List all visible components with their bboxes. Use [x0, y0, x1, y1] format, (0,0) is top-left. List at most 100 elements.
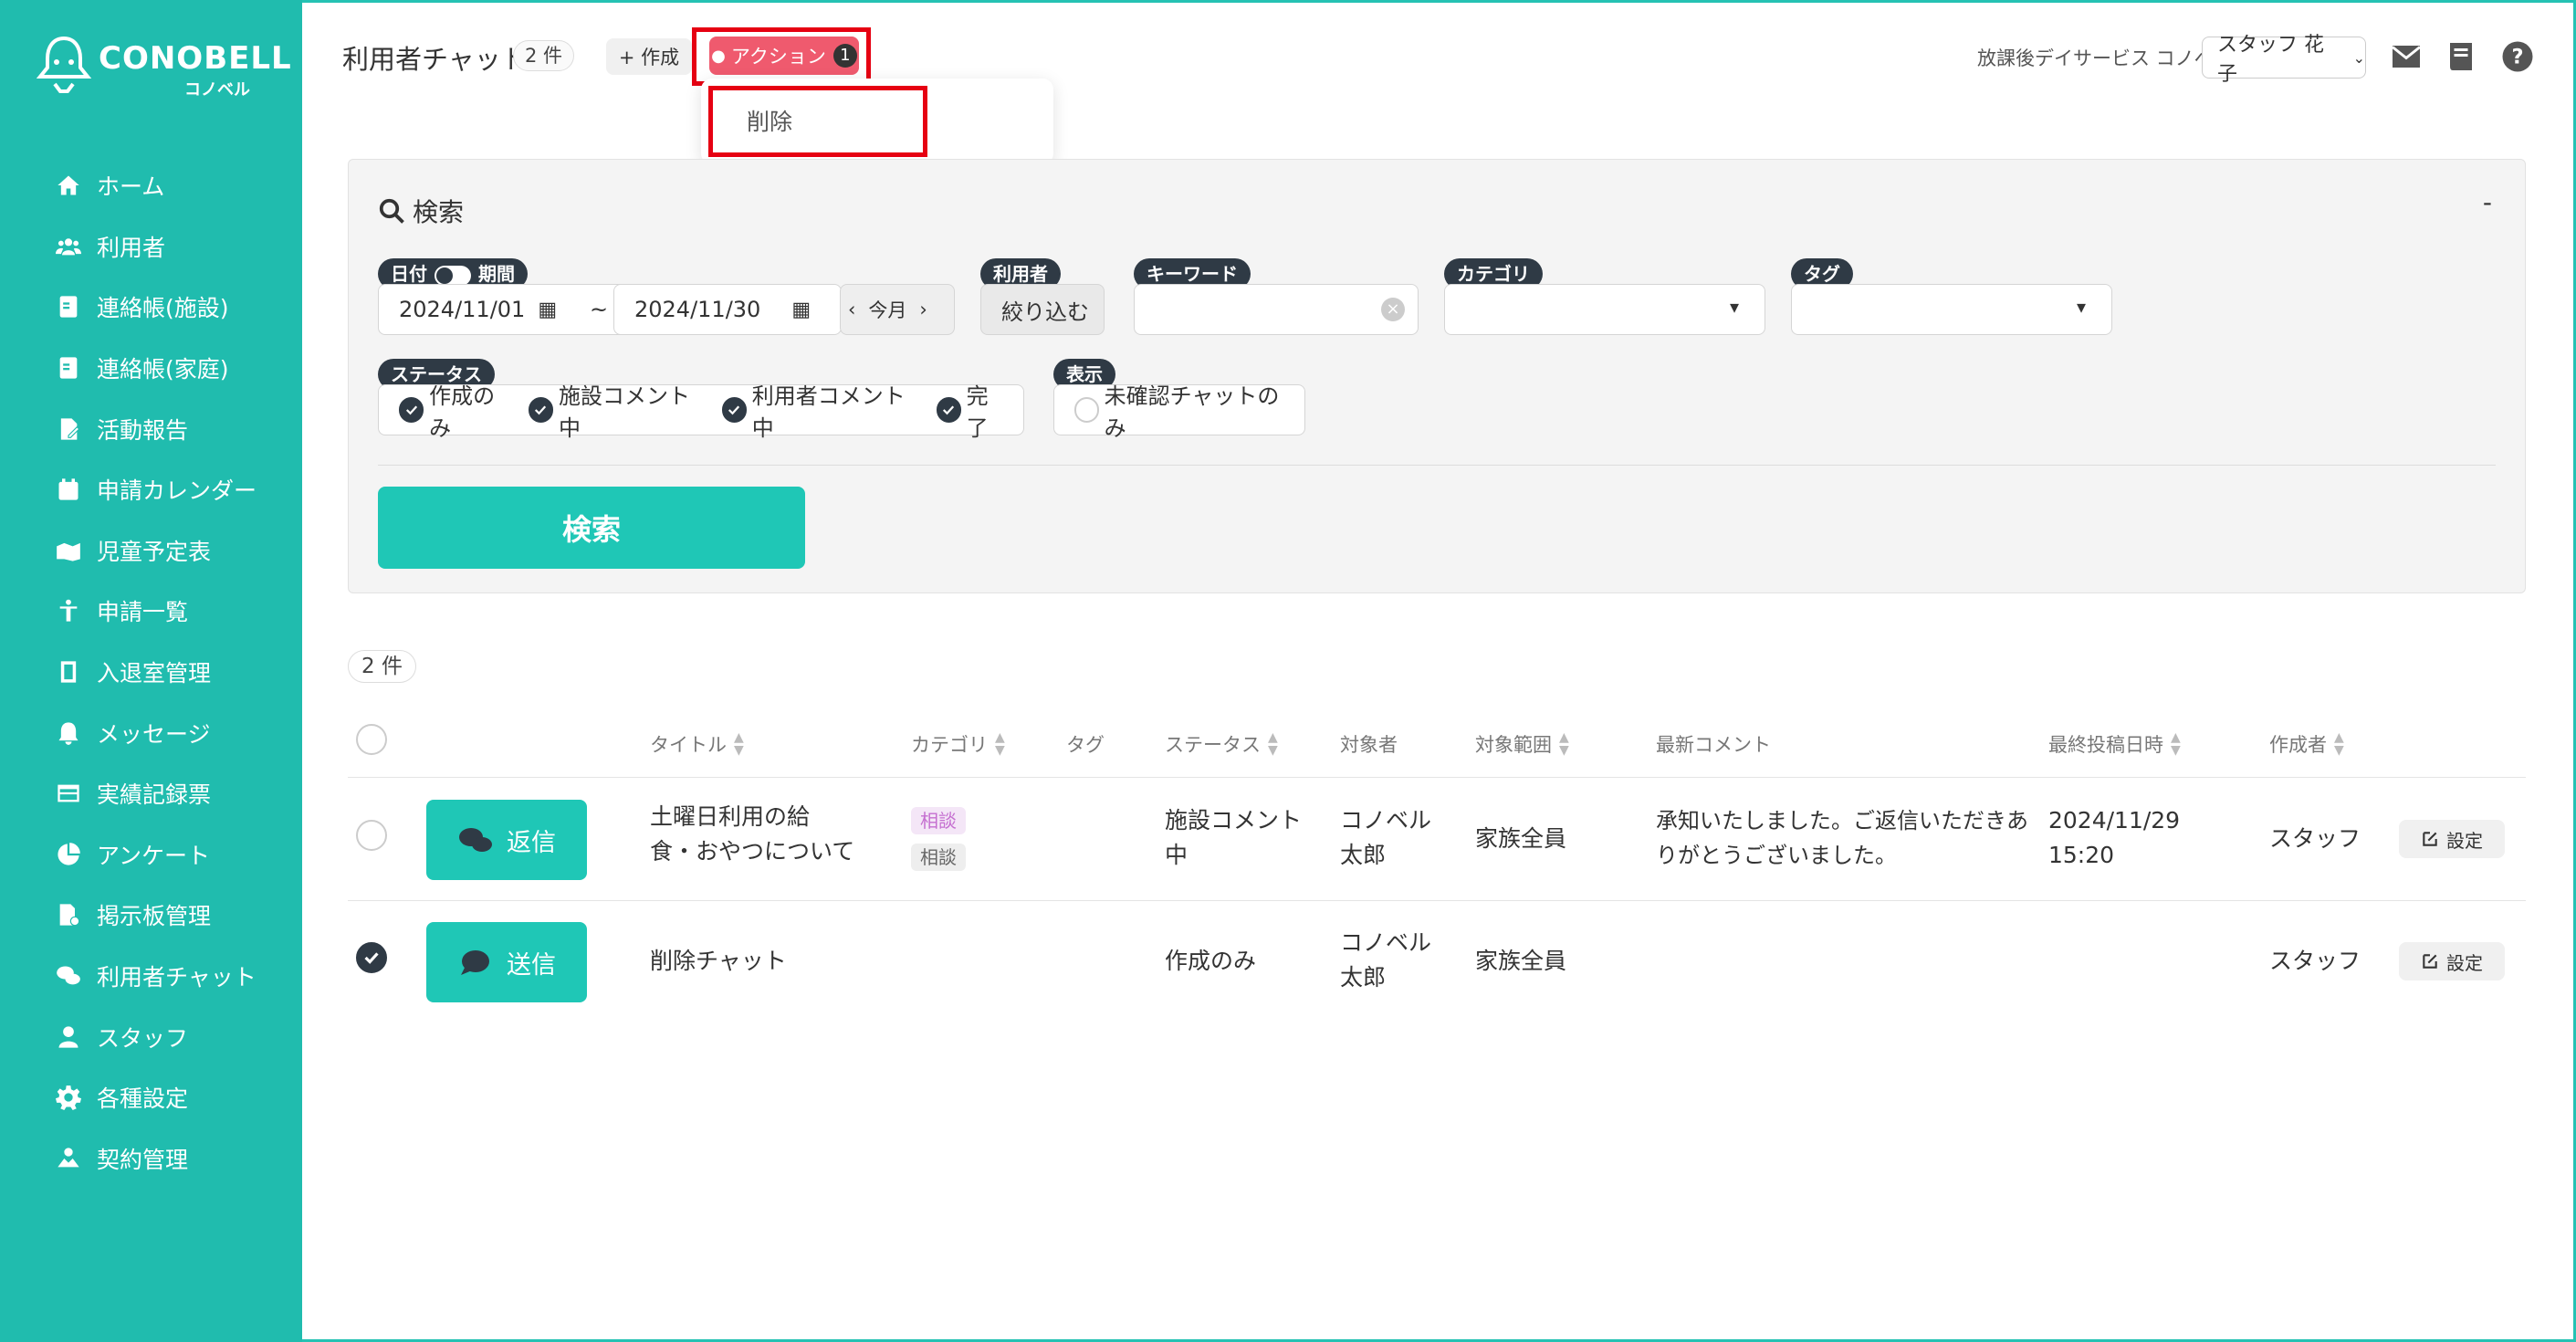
col-header-category[interactable]: カテゴリ ▲ ▼ [911, 730, 1005, 758]
brand-name: CONOBELL [99, 40, 292, 77]
unchecked-icon [1074, 397, 1099, 423]
sidebar-item-contact-home[interactable]: 連絡帳(家庭) [0, 338, 302, 399]
col-header-title[interactable]: タイトル ▲ ▼ [650, 730, 744, 758]
help-icon[interactable]: ? [2501, 40, 2534, 73]
sidebar-item-home[interactable]: ホーム [0, 155, 302, 216]
date-line: 2024/11/29 [2048, 807, 2181, 834]
sidebar-item-users[interactable]: 利用者 [0, 216, 302, 278]
sidebar-item-label: スタッフ [97, 1024, 189, 1052]
row-last-post: 2024/11/29 15:20 [2048, 803, 2180, 873]
reply-button[interactable]: 返信 [426, 800, 587, 880]
calendar-icon: ▦ [791, 298, 812, 321]
status-complete-checkbox[interactable]: 完了 [936, 378, 1009, 442]
facility-name: 放課後デイサービス コノベル [1977, 47, 2233, 69]
sidebar-item-settings[interactable]: 各種設定 [0, 1067, 302, 1128]
title-line: 食・おやつについて [650, 838, 855, 865]
sidebar-item-record[interactable]: 実績記録票 [0, 763, 302, 824]
col-header-scope[interactable]: 対象範囲 ▲ ▼ [1475, 730, 1569, 758]
search-title-text: 検索 [413, 197, 465, 227]
sidebar-item-activity-report[interactable]: 活動報告 [0, 398, 302, 459]
chat-icon [459, 828, 492, 852]
row-checkbox[interactable] [356, 820, 387, 851]
status-user-comment-checkbox[interactable]: 利用者コメント中 [721, 378, 922, 442]
col-header-status[interactable]: ステータス ▲ ▼ [1165, 730, 1278, 758]
search-icon [379, 198, 404, 224]
unread-only-checkbox[interactable]: 未確認チャットのみ [1074, 378, 1290, 442]
delete-menu-item[interactable]: 削除 [747, 104, 792, 137]
mail-icon[interactable] [2390, 40, 2423, 73]
bell-icon [55, 719, 82, 747]
logo[interactable]: CONOBELL コノベル [37, 35, 291, 100]
result-count: 2 件 [348, 650, 416, 683]
tilde-text: ~ [590, 297, 609, 322]
row-title[interactable]: 土曜日利用の給 食・おやつについて [650, 800, 854, 869]
chevron-right-icon[interactable]: › [919, 299, 927, 320]
status-facility-comment-checkbox[interactable]: 施設コメント中 [528, 378, 707, 442]
sidebar-item-survey[interactable]: アンケート [0, 824, 302, 886]
survey-icon [55, 841, 82, 868]
board-icon [55, 901, 82, 928]
staff-name: スタッフ 花子 [2217, 34, 2324, 86]
sidebar-item-contract[interactable]: 契約管理 [0, 1128, 302, 1190]
staff-select[interactable]: スタッフ 花子 ⌄ [2202, 34, 2366, 86]
col-header-label: 最終投稿日時 [2048, 734, 2163, 756]
status-line: 中 [1165, 842, 1189, 868]
book-icon[interactable] [2445, 40, 2477, 73]
check-icon [528, 397, 554, 423]
sidebar-item-contact-facility[interactable]: 連絡帳(施設) [0, 277, 302, 338]
row-setting-button[interactable]: 設定 [2399, 820, 2505, 858]
row-divider [348, 777, 2526, 778]
sidebar-item-label: アンケート [97, 842, 211, 869]
row-title[interactable]: 削除チャット [650, 944, 787, 979]
col-header-label: ステータス [1165, 734, 1261, 756]
date-period-toggle[interactable] [435, 265, 471, 286]
sidebar-item-request-list[interactable]: 申請一覧 [0, 581, 302, 642]
sidebar-item-board[interactable]: 掲示板管理 [0, 885, 302, 946]
sidebar-item-staff[interactable]: スタッフ [0, 1006, 302, 1067]
row-author: スタッフ [2269, 948, 2361, 974]
user-filter-text: 絞り込む [1001, 299, 1089, 325]
send-button[interactable]: 送信 [426, 922, 587, 1002]
caret-down-icon: ▾ [2076, 296, 2086, 318]
contact-book-icon [55, 293, 82, 320]
col-header-label: カテゴリ [911, 734, 988, 756]
date-to-value: 2024/11/30 [634, 297, 761, 322]
action-label: アクション [730, 46, 826, 68]
category-select[interactable]: ▾ [1444, 284, 1765, 335]
search-button[interactable]: 検索 [378, 487, 805, 569]
col-header-author[interactable]: 作成者 ▲ ▼ [2269, 730, 2344, 758]
sidebar-item-user-chat[interactable]: 利用者チャット [0, 946, 302, 1007]
date-to-input[interactable]: 2024/11/30 ▦ [613, 284, 842, 335]
action-button[interactable]: ● アクション 1 [709, 37, 859, 75]
divider [378, 465, 2496, 466]
chevron-left-icon[interactable]: ‹ [848, 299, 855, 320]
col-header-last-post[interactable]: 最終投稿日時 ▲ ▼ [2048, 730, 2181, 758]
row-setting-button[interactable]: 設定 [2399, 942, 2505, 980]
sort-icon: ▲ ▼ [2334, 730, 2344, 758]
status-created-checkbox[interactable]: 作成のみ [399, 378, 514, 442]
keyword-input[interactable]: × [1134, 284, 1419, 335]
sidebar-item-request-calendar[interactable]: 申請カレンダー [0, 459, 302, 520]
sidebar-item-entry-exit[interactable]: 入退室管理 [0, 642, 302, 703]
date-from-input[interactable]: 2024/11/01 ▦ [378, 284, 606, 335]
sidebar-item-message[interactable]: メッセージ [0, 702, 302, 763]
create-button[interactable]: + 作成 [606, 38, 692, 75]
sidebar-item-label: ホーム [97, 173, 165, 201]
chat-icon [55, 962, 82, 990]
sidebar-item-child-schedule[interactable]: 児童予定表 [0, 520, 302, 582]
status-option-label: 作成のみ [429, 383, 496, 441]
check-icon [721, 397, 747, 423]
sidebar-item-label: 申請一覧 [97, 599, 189, 626]
clear-icon[interactable]: × [1381, 298, 1405, 321]
tag-select[interactable]: ▾ [1791, 284, 2112, 335]
collapse-button[interactable]: - [2483, 187, 2492, 217]
this-month-button[interactable]: 今月 [868, 296, 906, 323]
comment-line: りがとうございました。 [1656, 843, 1897, 868]
sidebar: CONOBELL コノベル ホーム 利用者 連絡帳(施設) 連絡帳(家庭) 活動… [0, 0, 302, 1342]
row-target: コノベル 太郎 [1340, 803, 1431, 873]
col-header-label: タグ [1066, 734, 1105, 756]
status-option-label: 利用者コメント中 [751, 383, 906, 441]
row-checkbox-checked[interactable] [356, 942, 387, 973]
select-all-checkbox[interactable] [356, 724, 387, 755]
user-filter-button[interactable]: 絞り込む [980, 284, 1105, 335]
